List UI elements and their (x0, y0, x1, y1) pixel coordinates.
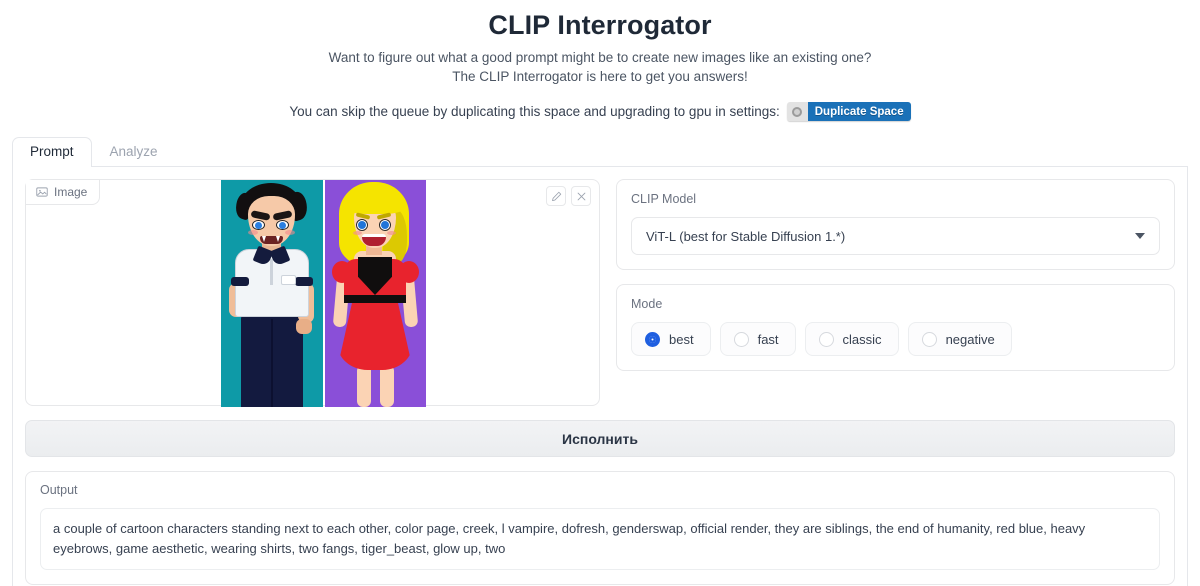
mode-label-best: best (669, 331, 694, 347)
tab-analyze[interactable]: Analyze (92, 137, 176, 167)
mode-label: Mode (631, 297, 663, 311)
tab-prompt[interactable]: Prompt (12, 137, 92, 167)
panel-columns: Image CLIP Model ViT-L (best for Stable … (25, 179, 1175, 407)
output-textbox[interactable]: a couple of cartoon characters standing … (40, 508, 1160, 570)
page-subtitle: Want to figure out what a good prompt mi… (0, 48, 1200, 86)
radio-icon-classic (818, 331, 834, 347)
mode-option-best[interactable]: best (631, 322, 711, 356)
image-badge-label: Image (54, 185, 88, 199)
mode-option-classic[interactable]: classic (804, 322, 899, 356)
submit-button[interactable]: Исполнить (25, 420, 1175, 457)
edit-image-button[interactable] (546, 186, 566, 206)
clip-model-value: ViT-L (best for Stable Diffusion 1.*) (646, 228, 846, 244)
mode-label-fast: fast (757, 331, 779, 347)
page-title: CLIP Interrogator (488, 10, 712, 40)
mode-label-classic: classic (842, 331, 882, 347)
artwork-right-character (325, 180, 426, 407)
pencil-icon (551, 191, 561, 201)
tab-bar: Prompt Analyze (12, 137, 1188, 167)
uploaded-image[interactable] (221, 180, 426, 407)
duplicate-space-label: Duplicate Space (807, 102, 911, 121)
clip-model-group: CLIP Model ViT-L (best for Stable Diffus… (616, 179, 1175, 270)
duplicate-space-button[interactable]: Duplicate Space (786, 102, 911, 121)
tabs-container: Prompt Analyze Image CLIP Model ViT-L (b… (0, 137, 1200, 586)
duplicate-icon (786, 102, 808, 121)
clip-model-label: CLIP Model (631, 192, 697, 206)
mode-option-negative[interactable]: negative (907, 322, 1012, 356)
mode-label-negative: negative (945, 331, 995, 347)
radio-icon-negative (921, 331, 937, 347)
app-root: CLIP Interrogator Want to figure out wha… (0, 0, 1200, 586)
artwork (221, 180, 426, 407)
picture-icon (36, 187, 48, 197)
subtitle-line-1: Want to figure out what a good prompt mi… (328, 50, 872, 65)
output-group: Output a couple of cartoon characters st… (25, 471, 1175, 585)
mode-option-fast[interactable]: fast (719, 322, 796, 356)
image-upload-block[interactable]: Image (25, 179, 600, 407)
radio-icon-fast (733, 331, 749, 347)
mode-group: Mode best fast classic negative (616, 284, 1175, 371)
clear-image-button[interactable] (571, 186, 591, 206)
subtitle-line-2: The CLIP Interrogator is here to get you… (452, 69, 748, 84)
page-header: CLIP Interrogator Want to figure out wha… (0, 0, 1200, 121)
image-type-badge: Image (26, 180, 101, 205)
output-label: Output (40, 483, 78, 497)
mode-radio-group: best fast classic negative (631, 322, 1160, 356)
duplicate-space-row: You can skip the queue by duplicating th… (0, 102, 1200, 121)
tab-panel-prompt: Image CLIP Model ViT-L (best for Stable … (12, 167, 1188, 586)
duplicate-space-note: You can skip the queue by duplicating th… (289, 104, 780, 119)
settings-column: CLIP Model ViT-L (best for Stable Diffus… (616, 179, 1175, 406)
radio-icon-best (645, 331, 660, 347)
close-icon (577, 192, 585, 200)
chevron-down-icon (1135, 233, 1145, 239)
image-tools (546, 186, 591, 206)
artwork-left-character (221, 180, 323, 407)
clip-model-select[interactable]: ViT-L (best for Stable Diffusion 1.*) (631, 217, 1160, 255)
